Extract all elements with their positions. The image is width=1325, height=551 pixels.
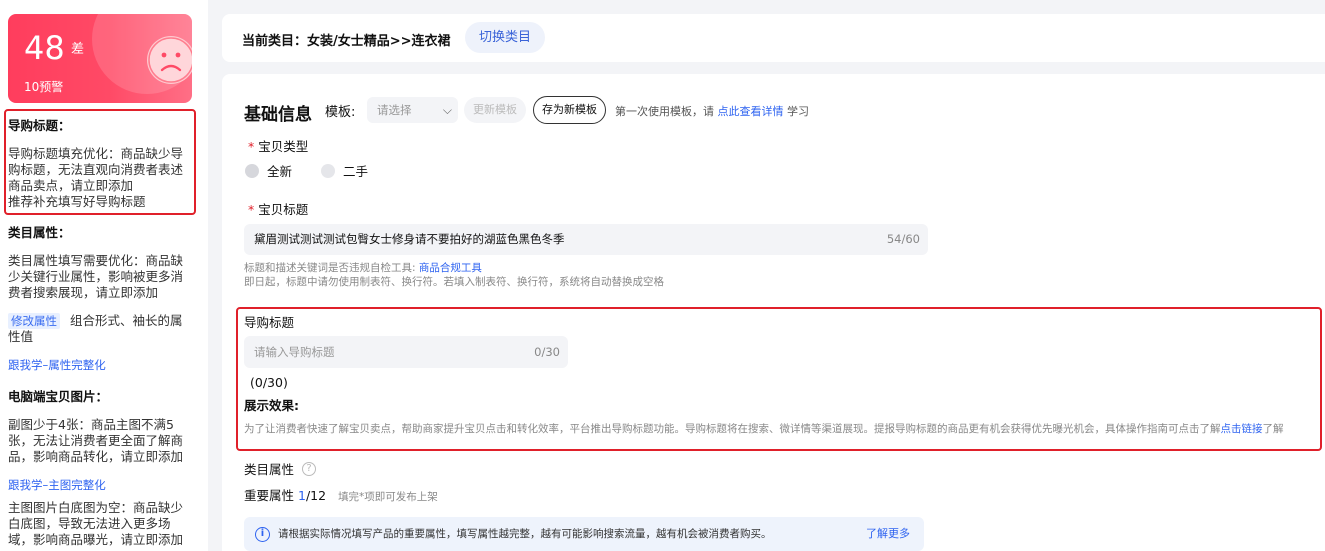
radio-dot — [321, 163, 335, 178]
learn-more-link[interactable]: 了解更多 — [866, 517, 910, 551]
issue-tag-row: 修改属性 组合形式、袖长的属性值 — [8, 313, 194, 345]
category-bar: 当前类目：女装/女士精品>>连衣裙 切换类目 — [222, 14, 1325, 62]
modify-attr-button[interactable]: 修改属性 — [8, 313, 60, 329]
issue-pc-images: 电脑端宝贝图片： 副图少于4张：商品主图不满5张，无法让消费者更全面了解商品，影… — [8, 389, 194, 493]
filled-count: 1 — [298, 488, 306, 503]
required-mark: * — [248, 139, 255, 154]
score-value: 48 — [24, 29, 65, 67]
issue-title: 电脑端宝贝图片： — [8, 389, 109, 404]
radio-label: 全新 — [267, 164, 293, 179]
tip-prefix: 第一次使用模板，请 — [615, 105, 714, 118]
template-placeholder: 请选择 — [377, 103, 412, 117]
template-select[interactable]: 请选择 ⌵ — [367, 97, 458, 123]
radio-label: 二手 — [343, 164, 369, 179]
chevron-down-icon: ⌵ — [442, 103, 452, 117]
compliance-tool-link[interactable]: 商品合规工具 — [419, 262, 482, 274]
info-text: 请根据实际情况填写产品的重要属性，填写属性越完整，越有可能影响搜索流量，越有机会… — [278, 528, 772, 540]
warning-count: 10预警 — [24, 80, 64, 94]
issue-extra: 推荐补充填写好导购标题 — [8, 194, 146, 209]
template-label: 模板: — [325, 105, 356, 120]
item-title-count: 54/60 — [886, 232, 920, 246]
save-template-button[interactable]: 存为新模板 — [533, 96, 606, 124]
issue-body: 主图图片白底图为空：商品缺少白底图，导致无法进入更多场域，影响商品曝光，请立即添… — [8, 500, 184, 547]
section-title: 基础信息 — [244, 105, 312, 125]
issue-body: 类目属性填写需要优化：商品缺少关键行业属性，影响被更多消费者搜索展现，请立即添加 — [8, 253, 184, 300]
publish-hint: 填完*项即可发布上架 — [338, 491, 438, 503]
tip-link[interactable]: 点此查看详情 — [718, 105, 784, 118]
total-count: /12 — [305, 488, 327, 503]
learn-image-link[interactable]: 跟我学–主图完整化 — [8, 477, 194, 493]
title-hint-1: 标题和描述关键词是否违规自检工具: 商品合规工具 — [244, 262, 482, 275]
score-card[interactable]: 48 差 10预警 — [8, 14, 192, 103]
highlight-box-guide-field — [236, 307, 1322, 451]
sad-face-icon — [147, 36, 192, 84]
radio-dot — [245, 163, 259, 178]
tip-suffix: 学习 — [787, 105, 809, 118]
help-icon[interactable]: ? — [302, 461, 317, 476]
issue-title: 导购标题： — [8, 118, 71, 133]
title-hint-2: 即日起，标题中请勿使用制表符、换行符。若填入制表符、换行符，系统将自动替换成空格 — [244, 276, 664, 288]
item-type-text: 宝贝类型 — [258, 139, 309, 154]
template-tip: 第一次使用模板，请 点此查看详情 学习 — [615, 103, 809, 119]
item-type-label: * 宝贝类型 — [248, 136, 308, 155]
issue-white-bg: 主图图片白底图为空：商品缺少白底图，导致无法进入更多场域，影响商品曝光，请立即添… — [8, 500, 194, 548]
issue-body: 副图少于4张：商品主图不满5张，无法让消费者更全面了解商品，影响商品转化，请立即… — [8, 417, 184, 464]
item-title-input[interactable]: 黛眉测试测试测试包臀女士修身请不要拍好的湖蓝色黑色冬季 54/60 — [244, 224, 928, 255]
update-template-button[interactable]: 更新模板 — [464, 97, 526, 123]
item-title-text: 宝贝标题 — [258, 202, 309, 217]
issue-category-attr: 类目属性： 类目属性填写需要优化：商品缺少关键行业属性，影响被更多消费者搜索展现… — [8, 225, 194, 373]
important-attr-row: 重要属性 1/12 填完*项即可发布上架 — [244, 485, 438, 504]
current-category: 当前类目：女装/女士精品>>连衣裙 — [242, 34, 451, 49]
item-title-value: 黛眉测试测试测试包臀女士修身请不要拍好的湖蓝色黑色冬季 — [254, 232, 565, 246]
radio-new[interactable]: 全新 — [245, 161, 292, 180]
issue-body: 导购标题填充优化：商品缺少导购标题，无法直观向消费者表述商品卖点，请立即添加 — [8, 146, 184, 193]
attr-info-banner: i 请根据实际情况填写产品的重要属性，填写属性越完整，越有可能影响搜索流量，越有… — [244, 517, 924, 551]
info-icon: i — [255, 527, 270, 542]
learn-attr-link[interactable]: 跟我学–属性完整化 — [8, 357, 194, 373]
issue-guide-title: 导购标题： 导购标题填充优化：商品缺少导购标题，无法直观向消费者表述商品卖点，请… — [8, 118, 194, 210]
score-level: 差 — [71, 42, 85, 57]
category-attr-label: 类目属性 ? — [244, 459, 317, 478]
issue-title: 类目属性： — [8, 225, 71, 240]
radio-used[interactable]: 二手 — [321, 161, 368, 180]
switch-category-button[interactable]: 切换类目 — [465, 22, 545, 53]
hint-prefix: 标题和描述关键词是否违规自检工具: — [244, 262, 416, 274]
quality-sidebar: 48 差 10预警 导购标题： 导购标题填充优化：商品缺少导购标题，无法直观向消… — [0, 0, 208, 551]
item-title-label: * 宝贝标题 — [248, 199, 308, 218]
important-label: 重要属性 — [244, 488, 295, 503]
category-attr-text: 类目属性 — [244, 462, 295, 477]
required-mark: * — [248, 202, 255, 217]
